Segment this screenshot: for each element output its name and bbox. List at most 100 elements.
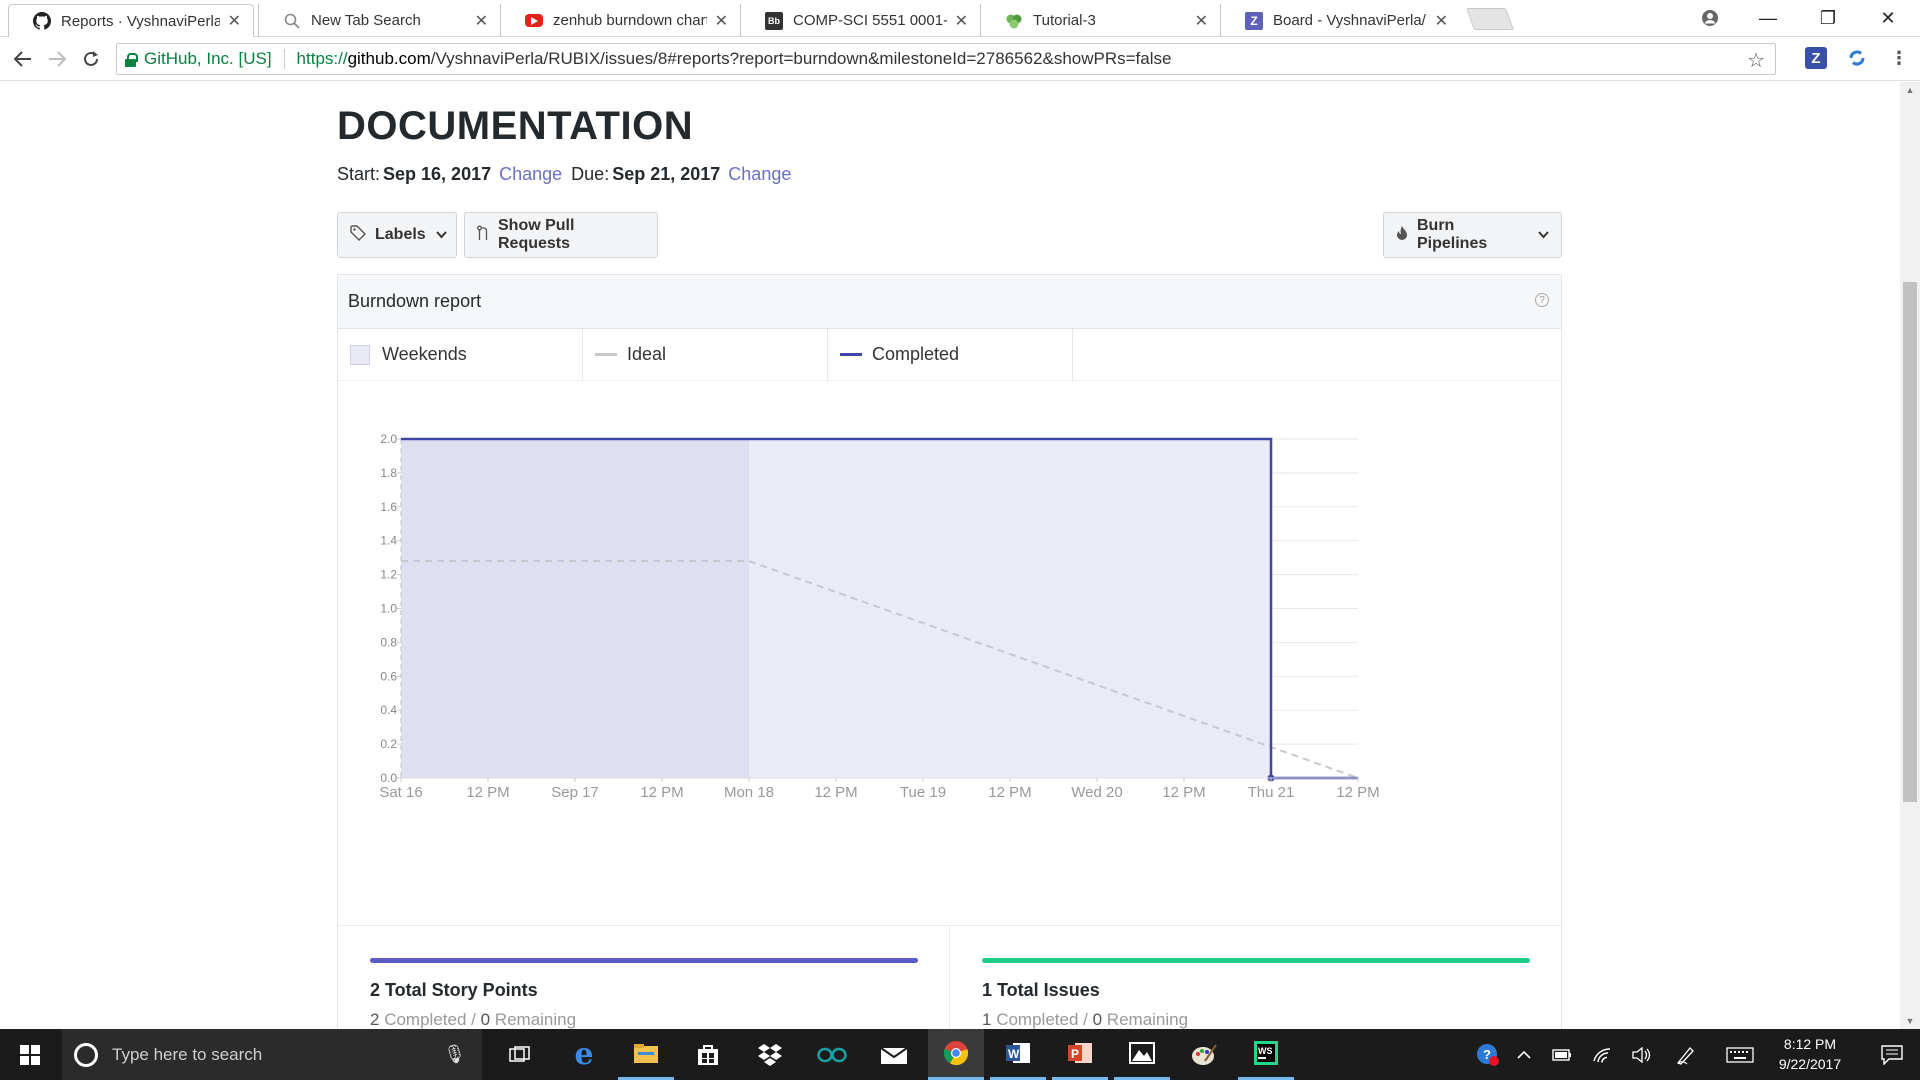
- store-icon[interactable]: [680, 1029, 736, 1080]
- reload-button[interactable]: [76, 44, 106, 74]
- issues-bar: [982, 958, 1530, 963]
- powerpoint-icon[interactable]: P: [1052, 1029, 1108, 1080]
- legend-ideal-label: Ideal: [627, 344, 667, 364]
- sync-extension-icon[interactable]: [1846, 47, 1868, 69]
- report-title: Burndown report: [348, 291, 482, 311]
- forward-button[interactable]: [42, 44, 72, 74]
- burndown-chart: 0.0 0.2 0.4 0.6 0.8 1.0 1.2 1.4 1.6 1.8 2.0 Sat 16 1…: [338, 381, 1561, 921]
- taskbar-search[interactable]: Type here to search 🎙: [62, 1029, 482, 1080]
- task-view-icon[interactable]: [492, 1029, 548, 1080]
- minimize-button[interactable]: —: [1740, 0, 1796, 36]
- help-icon[interactable]: ?: [1535, 293, 1549, 307]
- taskbar-clock[interactable]: 8:12 PM 9/22/2017: [1760, 1034, 1860, 1074]
- tab-tutorial-3[interactable]: Tutorial-3 ✕: [980, 4, 1220, 37]
- tab-label: COMP-SCI 5551 0001- A: [793, 12, 947, 29]
- bookmark-star-icon[interactable]: ☆: [1747, 48, 1765, 73]
- pen-icon[interactable]: [1662, 1044, 1710, 1066]
- close-icon[interactable]: ✕: [715, 11, 728, 31]
- x-tick-label: Mon 18: [724, 784, 774, 801]
- tag-icon: [350, 225, 366, 245]
- tab-label: New Tab Search: [311, 12, 421, 29]
- x-tick-label: Sep 17: [551, 784, 599, 801]
- y-tick-label: 1.0: [380, 602, 397, 616]
- edge-icon[interactable]: e: [556, 1029, 612, 1080]
- labels-button-label: Labels: [375, 226, 426, 243]
- address-bar[interactable]: GitHub, Inc. [US] https://github.com/Vys…: [116, 43, 1776, 75]
- tab-label: Board - VyshnaviPerla/RU: [1273, 12, 1427, 29]
- start-label: Start:: [337, 164, 381, 184]
- legend-weekends[interactable]: Weekends: [338, 329, 583, 380]
- tab-reports[interactable]: Reports · VyshnaviPerla/R ✕: [8, 4, 254, 37]
- battery-icon[interactable]: [1542, 1048, 1582, 1061]
- secure-indicator[interactable]: GitHub, Inc. [US]: [125, 49, 272, 69]
- help-notification-icon[interactable]: ?: [1470, 1043, 1506, 1067]
- zenhub-extension-icon[interactable]: Z: [1805, 47, 1827, 69]
- tab-new-tab-search[interactable]: New Tab Search ✕: [258, 4, 500, 37]
- word-icon[interactable]: W: [990, 1029, 1046, 1080]
- close-icon[interactable]: ✕: [475, 11, 488, 31]
- recycle-icon: [1005, 12, 1023, 30]
- url-host: github.com: [347, 49, 431, 68]
- legend-completed[interactable]: Completed: [828, 329, 1073, 380]
- paint-icon[interactable]: [1176, 1029, 1232, 1080]
- due-date: Sep 21, 2017: [612, 164, 721, 184]
- new-tab-button[interactable]: [1465, 8, 1515, 30]
- close-icon[interactable]: ✕: [228, 11, 241, 31]
- legend-ideal[interactable]: Ideal: [583, 329, 828, 380]
- zenhub-icon: Z: [1245, 11, 1263, 30]
- close-icon[interactable]: ✕: [955, 11, 968, 31]
- issues-stat: 1 Total Issues 1 Completed / 0 Remaining: [950, 926, 1550, 1029]
- restore-button[interactable]: ❐: [1800, 0, 1856, 36]
- change-due-link[interactable]: Change: [728, 164, 791, 185]
- webstorm-icon[interactable]: WS: [1238, 1029, 1294, 1080]
- tab-comp-sci[interactable]: Bb COMP-SCI 5551 0001- A ✕: [740, 4, 980, 37]
- scroll-up-arrow[interactable]: ▲: [1900, 82, 1920, 98]
- close-icon[interactable]: ✕: [1435, 11, 1448, 31]
- burn-pipelines-button[interactable]: Burn Pipelines: [1383, 212, 1562, 258]
- story-points-stat: 2 Total Story Points 2 Completed / 0 Rem…: [338, 926, 938, 1029]
- photos-icon[interactable]: [1114, 1029, 1170, 1080]
- back-button[interactable]: [8, 44, 38, 74]
- x-tick-label: 12 PM: [1336, 784, 1379, 801]
- y-tick-label: 1.8: [380, 466, 397, 480]
- chevron-up-icon[interactable]: [1506, 1050, 1542, 1059]
- weekend-shade: [401, 439, 749, 778]
- page-scrollbar[interactable]: ▲ ▼: [1900, 82, 1920, 1029]
- action-center-icon[interactable]: [1864, 1029, 1920, 1080]
- labels-button[interactable]: Labels: [337, 212, 457, 258]
- browser-tabstrip: Reports · VyshnaviPerla/R ✕ New Tab Sear…: [0, 0, 1920, 37]
- tab-zenhub-burndown[interactable]: zenhub burndown charts ✕: [500, 4, 740, 37]
- page-content: DOCUMENTATION Start: Sep 16, 2017 Change…: [0, 82, 1900, 1029]
- tab-board[interactable]: Z Board - VyshnaviPerla/RU ✕: [1220, 4, 1460, 37]
- close-icon[interactable]: ✕: [1195, 11, 1208, 31]
- chrome-icon[interactable]: [928, 1029, 984, 1080]
- volume-icon[interactable]: [1622, 1046, 1662, 1063]
- scroll-down-arrow[interactable]: ▼: [1900, 1013, 1920, 1029]
- x-tick-label: 12 PM: [640, 784, 683, 801]
- dropbox-icon[interactable]: [742, 1029, 798, 1080]
- microphone-icon[interactable]: 🎙: [443, 1044, 466, 1065]
- scrollbar-thumb[interactable]: [1903, 282, 1917, 802]
- arduino-icon[interactable]: [804, 1029, 860, 1080]
- secure-label: GitHub, Inc. [US]: [144, 49, 272, 68]
- issues-remaining-count: 0: [1092, 1010, 1103, 1029]
- x-tick-label: 12 PM: [814, 784, 857, 801]
- change-start-link[interactable]: Change: [499, 164, 562, 185]
- close-window-button[interactable]: ✕: [1860, 0, 1916, 36]
- mail-icon[interactable]: [866, 1029, 922, 1080]
- y-tick-label: 1.6: [380, 500, 397, 514]
- chevron-down-icon: [1538, 228, 1549, 242]
- report-header: Burndown report ?: [338, 275, 1561, 329]
- show-pull-requests-button[interactable]: Show Pull Requests: [464, 212, 658, 258]
- divider: [283, 49, 285, 69]
- profile-icon[interactable]: [1682, 0, 1738, 36]
- url-text[interactable]: https://github.com/VyshnaviPerla/RUBIX/i…: [297, 49, 1172, 69]
- wifi-icon[interactable]: [1582, 1047, 1622, 1063]
- start-button[interactable]: [2, 1029, 58, 1080]
- blackboard-icon: Bb: [765, 11, 783, 30]
- burndown-report-panel: Burndown report ? Weekends Ideal Complet…: [337, 274, 1562, 1029]
- search-icon: [283, 12, 301, 30]
- file-explorer-icon[interactable]: [618, 1029, 674, 1080]
- story-points-title: 2 Total Story Points: [370, 980, 538, 1000]
- menu-icon[interactable]: ⋮: [1888, 47, 1910, 69]
